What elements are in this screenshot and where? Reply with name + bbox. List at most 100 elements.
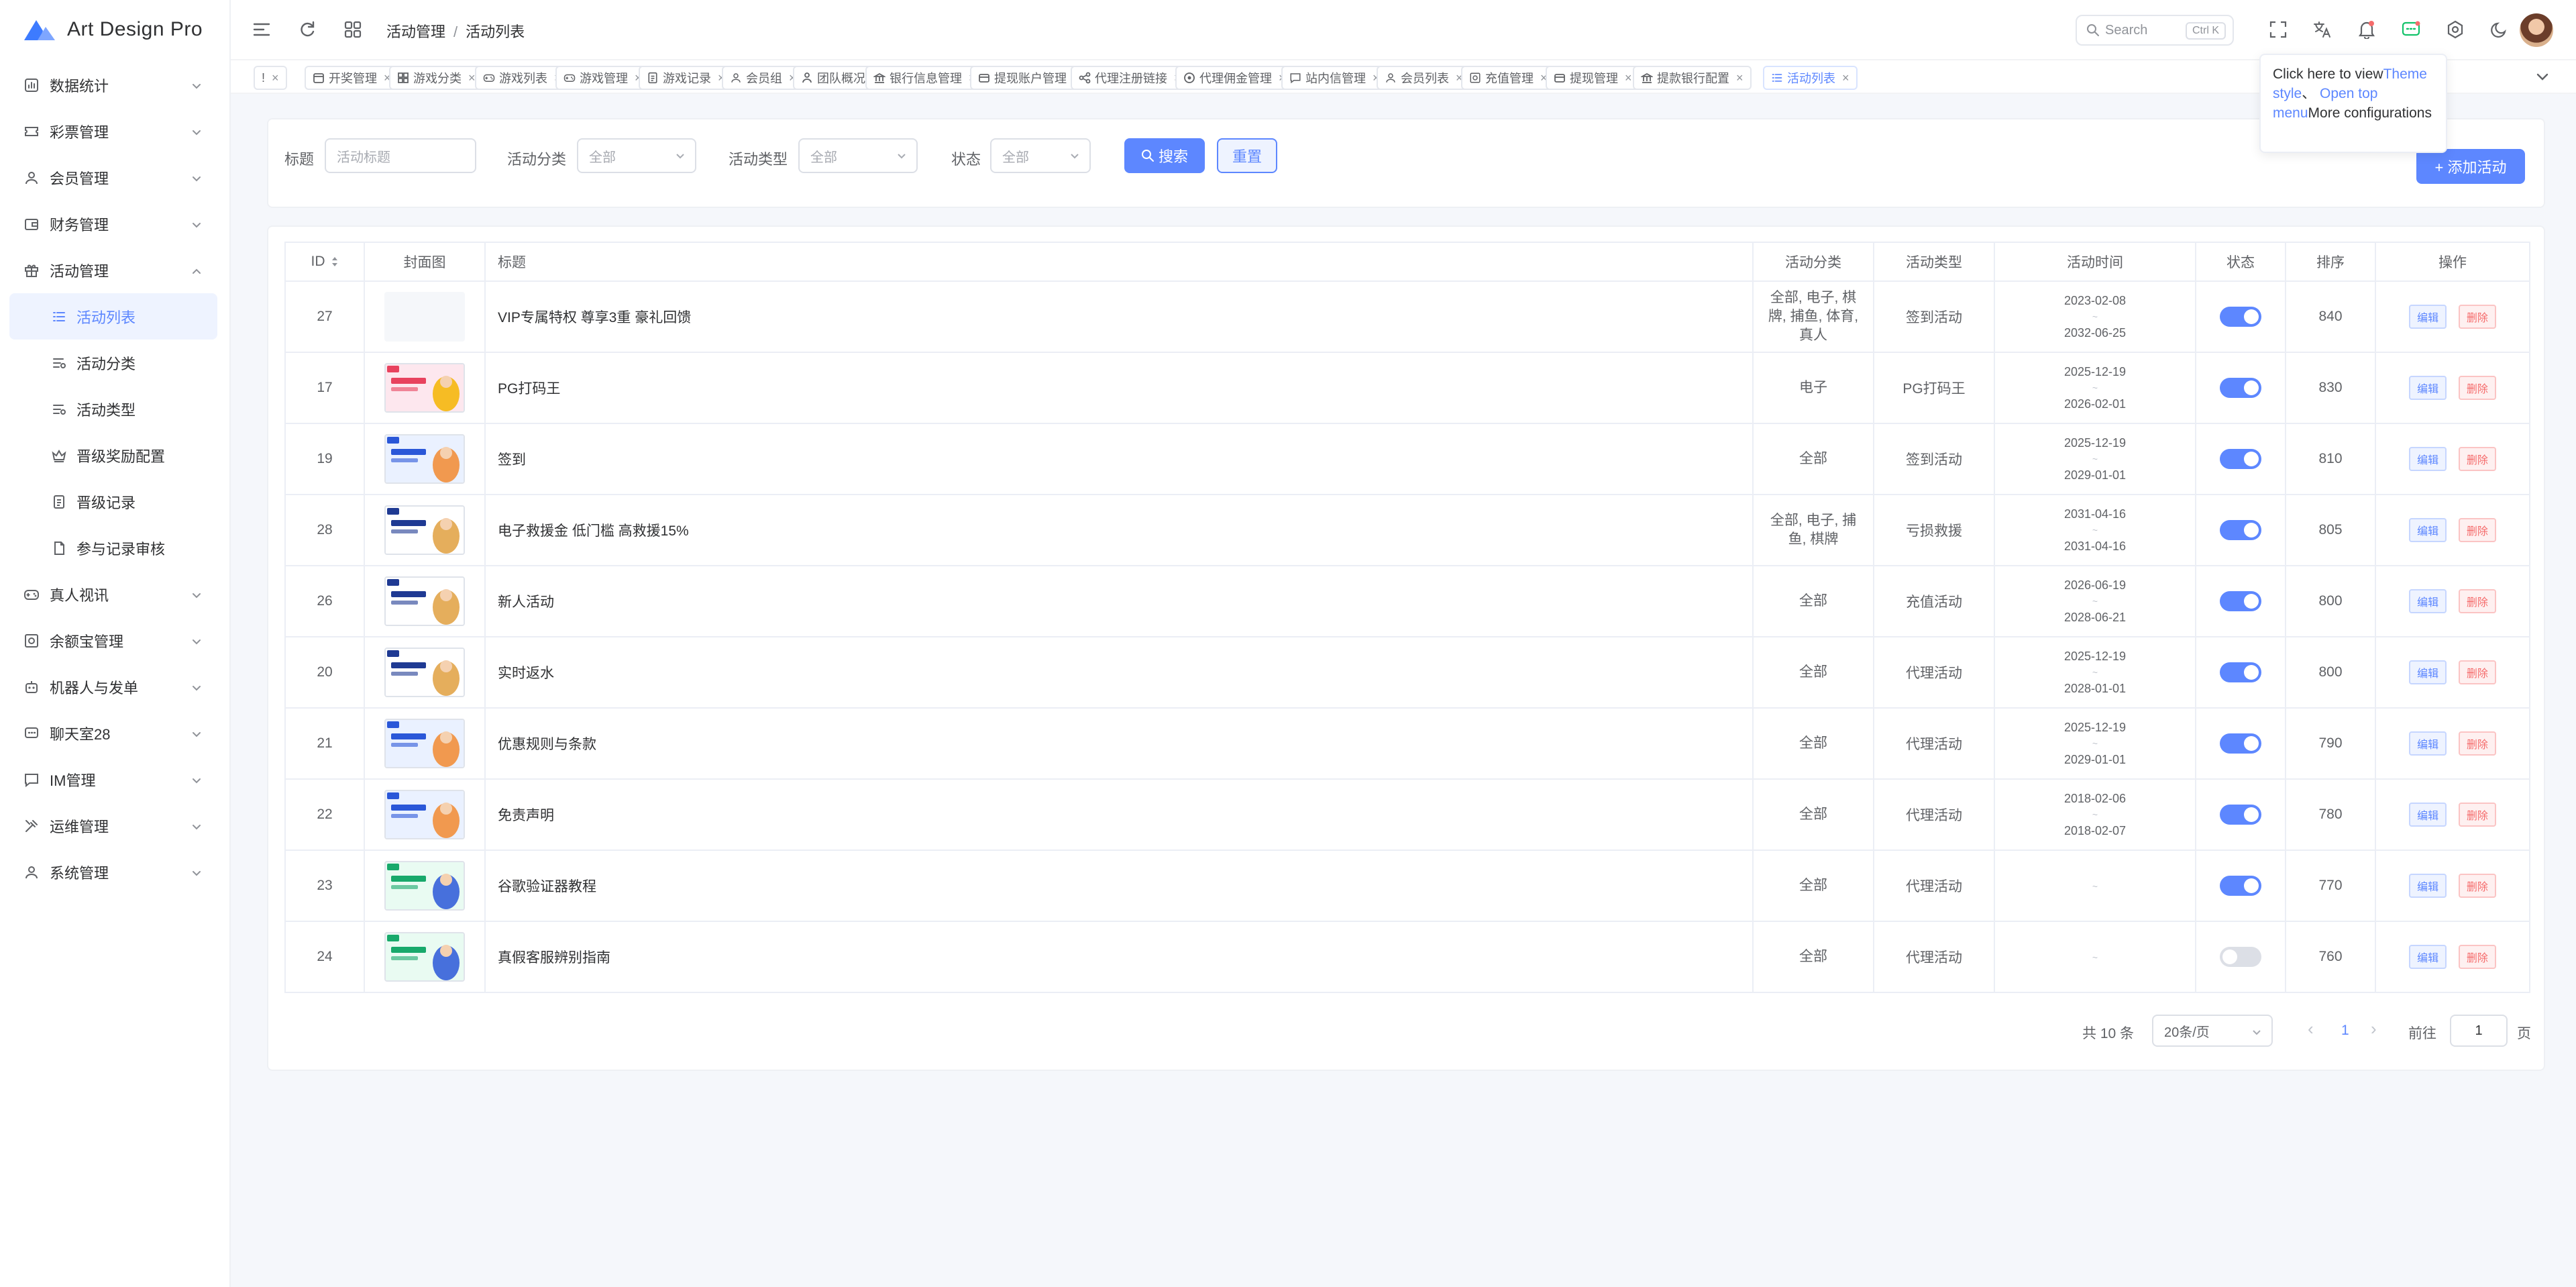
status-toggle[interactable] xyxy=(2220,947,2261,967)
delete-button[interactable]: 删除 xyxy=(2458,376,2496,400)
edit-button[interactable]: 编辑 xyxy=(2409,589,2447,613)
sidebar-item[interactable]: 数据统计 xyxy=(0,62,229,108)
edit-button[interactable]: 编辑 xyxy=(2409,305,2447,329)
cell-cover xyxy=(364,423,486,495)
type-filter-select[interactable]: 全部 xyxy=(798,138,918,173)
notification-bell-icon[interactable] xyxy=(2356,19,2377,40)
edit-button[interactable]: 编辑 xyxy=(2409,803,2447,827)
app-logo[interactable]: Art Design Pro xyxy=(0,0,229,59)
breadcrumb-item[interactable]: 活动管理 xyxy=(386,23,445,40)
goto-page-input[interactable]: 1 xyxy=(2450,1015,2508,1047)
safe-icon xyxy=(23,632,40,650)
cell-title: VIP专属特权 尊享3重 豪礼回馈 xyxy=(484,280,1754,353)
edit-button[interactable]: 编辑 xyxy=(2409,376,2447,400)
search-button[interactable]: 搜索 xyxy=(1124,138,1205,173)
page-size-select[interactable]: 20条/页 xyxy=(2152,1015,2273,1047)
gamepad-icon xyxy=(564,72,576,84)
edit-button[interactable]: 编辑 xyxy=(2409,874,2447,898)
status-filter-select[interactable]: 全部 xyxy=(990,138,1091,173)
sidebar-item[interactable]: 聊天室28 xyxy=(0,710,229,756)
edit-button[interactable]: 编辑 xyxy=(2409,945,2447,969)
sidebar-subitem[interactable]: 活动列表 xyxy=(9,293,217,340)
tab[interactable]: 站内信管理× xyxy=(1281,66,1388,90)
close-icon[interactable]: × xyxy=(1625,71,1632,85)
category-filter-select[interactable]: 全部 xyxy=(577,138,696,173)
tab[interactable]: ! × xyxy=(254,66,287,90)
title-filter-input[interactable]: 活动标题 xyxy=(325,138,476,173)
tabs-more-chevron-icon[interactable] xyxy=(2532,66,2553,87)
sidebar-subitem[interactable]: 参与记录审核 xyxy=(9,525,217,571)
delete-button[interactable]: 删除 xyxy=(2458,945,2496,969)
tab[interactable]: 游戏记录× xyxy=(639,66,733,90)
sidebar-item[interactable]: 机器人与发单 xyxy=(0,664,229,710)
reset-button[interactable]: 重置 xyxy=(1217,138,1277,173)
tab[interactable]: 活动列表 × xyxy=(1763,66,1858,90)
tab[interactable]: 银行信息管理× xyxy=(865,66,984,90)
sidebar-item[interactable]: 真人视讯 xyxy=(0,571,229,617)
status-toggle[interactable] xyxy=(2220,449,2261,469)
prev-page-button[interactable]: ‹ xyxy=(2308,1019,2314,1039)
sidebar-item[interactable]: 余额宝管理 xyxy=(0,617,229,664)
sidebar-subitem[interactable]: 晋级记录 xyxy=(9,478,217,525)
delete-button[interactable]: 删除 xyxy=(2458,305,2496,329)
status-toggle[interactable] xyxy=(2220,520,2261,540)
chat-icon[interactable] xyxy=(2400,19,2422,40)
dark-mode-moon-icon[interactable] xyxy=(2489,19,2510,40)
delete-button[interactable]: 删除 xyxy=(2458,447,2496,471)
sidebar-item[interactable]: 彩票管理 xyxy=(0,108,229,154)
refresh-icon[interactable] xyxy=(297,19,318,40)
status-toggle[interactable] xyxy=(2220,591,2261,611)
sidebar-item[interactable]: 运维管理 xyxy=(0,803,229,849)
status-toggle[interactable] xyxy=(2220,805,2261,825)
delete-button[interactable]: 删除 xyxy=(2458,803,2496,827)
sort-icon[interactable] xyxy=(331,256,339,268)
column-header-id[interactable]: ID xyxy=(284,242,365,282)
tab[interactable]: 游戏管理× xyxy=(555,66,650,90)
next-page-button[interactable]: › xyxy=(2371,1019,2377,1039)
add-activity-button[interactable]: + 添加活动 xyxy=(2416,149,2525,184)
sidebar-item[interactable]: IM管理 xyxy=(0,756,229,803)
tab[interactable]: 开奖管理 × xyxy=(305,66,399,90)
tab[interactable]: 代理注册链接× xyxy=(1071,66,1189,90)
delete-button[interactable]: 删除 xyxy=(2458,518,2496,542)
sidebar-item[interactable]: 财务管理 xyxy=(0,201,229,247)
settings-gear-icon[interactable] xyxy=(2445,19,2466,40)
status-toggle[interactable] xyxy=(2220,662,2261,682)
sidebar-subitem[interactable]: 晋级奖励配置 xyxy=(9,432,217,478)
edit-button[interactable]: 编辑 xyxy=(2409,660,2447,684)
delete-button[interactable]: 删除 xyxy=(2458,660,2496,684)
tab[interactable]: 提现管理 × xyxy=(1546,66,1640,90)
fullscreen-icon[interactable] xyxy=(2267,19,2289,40)
user-avatar[interactable] xyxy=(2520,13,2553,47)
status-toggle[interactable] xyxy=(2220,876,2261,896)
edit-button[interactable]: 编辑 xyxy=(2409,518,2447,542)
sidebar-item[interactable]: 会员管理 xyxy=(0,154,229,201)
status-toggle[interactable] xyxy=(2220,378,2261,398)
close-icon[interactable]: × xyxy=(468,71,476,85)
tab[interactable]: 会员组× xyxy=(722,66,804,90)
close-icon[interactable]: × xyxy=(1842,71,1849,85)
status-toggle[interactable] xyxy=(2220,733,2261,754)
close-icon[interactable]: × xyxy=(272,71,279,85)
sidebar-subitem[interactable]: 活动类型 xyxy=(9,386,217,432)
delete-button[interactable]: 删除 xyxy=(2458,874,2496,898)
tab[interactable]: 提款银行配置 × xyxy=(1633,66,1752,90)
edit-button[interactable]: 编辑 xyxy=(2409,731,2447,756)
status-toggle[interactable] xyxy=(2220,307,2261,327)
sidebar-item[interactable]: 系统管理 xyxy=(0,849,229,895)
page-number-current[interactable]: 1 xyxy=(2341,1023,2349,1039)
close-icon[interactable]: × xyxy=(1736,71,1743,85)
delete-button[interactable]: 删除 xyxy=(2458,589,2496,613)
search-box[interactable]: Search Ctrl K xyxy=(2076,15,2234,46)
edit-button[interactable]: 编辑 xyxy=(2409,447,2447,471)
grid-apps-icon[interactable] xyxy=(342,19,364,40)
sidebar-item[interactable]: 活动管理 xyxy=(0,247,229,293)
tab[interactable]: 代理佣金管理× xyxy=(1175,66,1294,90)
tab[interactable]: 充值管理 × xyxy=(1461,66,1556,90)
translate-icon[interactable] xyxy=(2312,19,2333,40)
tab[interactable]: 游戏分类 × xyxy=(389,66,484,90)
sidebar-subitem[interactable]: 活动分类 xyxy=(9,340,217,386)
tab[interactable]: 会员列表 × xyxy=(1377,66,1471,90)
delete-button[interactable]: 删除 xyxy=(2458,731,2496,756)
menu-toggle-icon[interactable] xyxy=(251,19,272,40)
